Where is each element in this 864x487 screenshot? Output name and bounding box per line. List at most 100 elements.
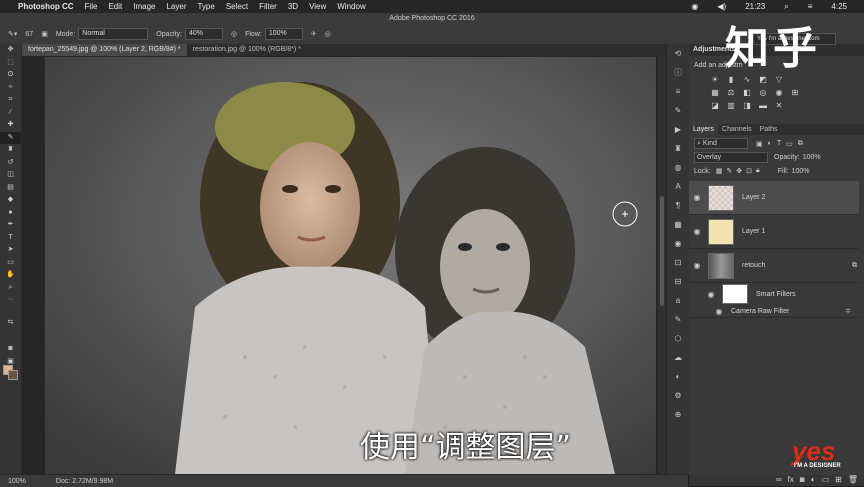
hand-tool-icon[interactable]: ✋ — [0, 269, 21, 282]
visibility-eye-icon[interactable]: ◉ — [689, 261, 705, 270]
exposure-icon[interactable]: ◩ — [757, 75, 769, 84]
menu-view[interactable]: View — [309, 2, 326, 11]
flow-field[interactable]: 100% — [264, 28, 303, 40]
new-layer-icon[interactable]: ⊞ — [835, 475, 842, 485]
menu-image[interactable]: Image — [133, 2, 155, 11]
navigator-panel-icon[interactable]: ⊡ — [667, 253, 689, 272]
visibility-eye-icon[interactable]: ◉ — [689, 193, 705, 202]
lock-paint-icon[interactable]: ✎ — [726, 167, 732, 175]
delete-layer-icon[interactable]: 🗑︎ — [848, 475, 858, 485]
filter-type-icon[interactable]: T — [777, 140, 781, 147]
tab-paths[interactable]: Paths — [756, 124, 782, 135]
filter-pixel-icon[interactable]: ▣ — [756, 140, 763, 148]
airbrush-icon[interactable]: ✈ — [311, 30, 317, 38]
menu-window[interactable]: Window — [337, 2, 365, 11]
pressure-opacity-icon[interactable]: ◎ — [231, 30, 237, 38]
photo-canvas[interactable] — [45, 57, 656, 474]
search-icon[interactable]: ⌕ — [784, 2, 788, 12]
brush-panel-icon-2[interactable]: ✎ — [667, 101, 689, 120]
clock[interactable]: 21:23 — [745, 2, 765, 11]
curves-icon[interactable]: ∿ — [741, 75, 753, 84]
menu-layer[interactable]: Layer — [166, 2, 186, 11]
pen-tool-icon[interactable]: ✒ — [0, 219, 21, 232]
new-adjustment-icon[interactable]: ◐ — [811, 475, 816, 485]
timeline-panel-icon[interactable]: ⊟ — [667, 272, 689, 291]
libraries-panel-icon[interactable]: ☁ — [667, 348, 689, 367]
menu-icon[interactable]: ≡ — [808, 2, 813, 11]
layer-row-camera-raw[interactable]: ◉ Camera Raw Filter ≑ — [689, 305, 859, 318]
menu-edit[interactable]: Edit — [108, 2, 122, 11]
filter-options-icon[interactable]: ≑ — [845, 307, 851, 315]
levels-icon[interactable]: ▮ — [725, 75, 737, 84]
shape-tool-icon[interactable]: ▭ — [0, 257, 21, 270]
quick-select-tool-icon[interactable]: ✧ — [0, 82, 21, 95]
dodge-tool-icon[interactable]: ● — [0, 207, 21, 220]
zoom-tool-icon[interactable]: ⌕ — [0, 282, 21, 295]
quick-mask-icon[interactable]: ◙ — [0, 343, 21, 356]
posterize-icon[interactable]: ▥ — [725, 101, 737, 110]
canvas-area[interactable] — [22, 56, 666, 474]
brightness-contrast-icon[interactable]: ☀ — [709, 75, 721, 84]
menu-3d[interactable]: 3D — [288, 2, 298, 11]
character-panel-icon[interactable]: A — [667, 177, 689, 196]
add-style-icon[interactable]: fx — [788, 475, 794, 485]
zoom-level[interactable]: 100% — [8, 478, 26, 485]
blur-tool-icon[interactable]: ◆ — [0, 194, 21, 207]
layer-row-layer1[interactable]: ◉ Layer 1 — [689, 215, 859, 249]
clone-source-panel-icon[interactable]: ♜ — [667, 139, 689, 158]
tab-channels[interactable]: Channels — [718, 124, 756, 135]
properties-panel-icon[interactable]: ≡ — [667, 82, 689, 101]
tab-fortepan[interactable]: fortepan_25549.jpg @ 100% (Layer 2, RGB/… — [22, 44, 187, 56]
paragraph-panel-icon[interactable]: ¶ — [667, 196, 689, 215]
pressure-size-icon[interactable]: ◎ — [325, 30, 331, 38]
filter-shape-icon[interactable]: ▭ — [786, 140, 793, 148]
doc-size[interactable]: Doc: 2.72M/9.98M — [56, 478, 113, 485]
tab-layers[interactable]: Layers — [689, 124, 719, 135]
marquee-tool-icon[interactable]: ⬚ — [0, 57, 21, 70]
eyedropper-tool-icon[interactable]: ⁄ — [0, 107, 21, 120]
brush-size[interactable]: 67 — [25, 31, 33, 38]
filter-smart-icon[interactable]: ⧉ — [798, 140, 803, 148]
brush-tool-icon-active[interactable]: ✎ — [0, 131, 21, 144]
selective-color-icon[interactable]: ✕ — [773, 101, 785, 110]
link-layers-icon[interactable]: ∞ — [776, 475, 782, 485]
lock-transparency-icon[interactable]: ▦ — [716, 167, 723, 175]
eraser-tool-icon[interactable]: ◫ — [0, 169, 21, 182]
lasso-tool-icon[interactable]: ʘ — [0, 69, 21, 82]
filter-kind-dropdown[interactable]: ⌕ Kind — [694, 138, 748, 149]
layer-opacity-field[interactable]: 100% — [803, 154, 821, 161]
opacity-field[interactable]: 40% — [184, 28, 223, 40]
styles-panel-icon[interactable]: ◉ — [667, 234, 689, 253]
vibrance-icon[interactable]: ▽ — [773, 75, 785, 84]
history-brush-tool-icon[interactable]: ↺ — [0, 157, 21, 170]
path-select-tool-icon[interactable]: ➤ — [0, 244, 21, 257]
color-panel-icon[interactable]: ◐ — [667, 367, 689, 386]
menu-type[interactable]: Type — [197, 2, 214, 11]
blend-mode-dropdown[interactable]: Overlay — [694, 152, 768, 163]
app-menu[interactable]: Photoshop CC — [18, 2, 74, 11]
menu-filter[interactable]: Filter — [259, 2, 277, 11]
layer-row-smart-filters[interactable]: ◉ Smart Filters — [689, 283, 859, 305]
canvas-vertical-scrollbar[interactable] — [658, 56, 666, 474]
visibility-eye-icon[interactable]: ◉ — [689, 227, 705, 236]
scrollbar-thumb[interactable] — [660, 196, 664, 306]
crop-tool-icon[interactable]: ⌗ — [0, 94, 21, 107]
brush-presets-panel-icon[interactable]: ◍ — [667, 158, 689, 177]
photo-filter-icon[interactable]: ◎ — [757, 88, 769, 97]
wifi-icon[interactable]: ◉ — [691, 2, 698, 11]
info-panel-icon[interactable]: ⓘ — [667, 63, 689, 82]
notes-panel-icon[interactable]: ✎ — [667, 310, 689, 329]
channel-mixer-icon[interactable]: ◉ — [773, 88, 785, 97]
lock-move-icon[interactable]: ✥ — [736, 167, 742, 175]
visibility-eye-icon[interactable]: ◉ — [711, 307, 727, 316]
more-tools-icon[interactable]: ··· — [0, 294, 21, 307]
gradient-tool-icon[interactable]: ▤ — [0, 182, 21, 195]
type-tool-icon[interactable]: T — [0, 232, 21, 245]
healing-tool-icon[interactable]: ✚ — [0, 119, 21, 132]
lock-artboard-icon[interactable]: ⊡ — [746, 167, 752, 175]
mode-dropdown[interactable]: Normal — [78, 28, 149, 40]
new-group-icon[interactable]: ▭ — [822, 475, 830, 485]
threshold-icon[interactable]: ◨ — [741, 101, 753, 110]
history-panel-icon[interactable]: ⟲ — [667, 44, 689, 63]
volume-icon[interactable]: ◀) — [717, 2, 726, 11]
